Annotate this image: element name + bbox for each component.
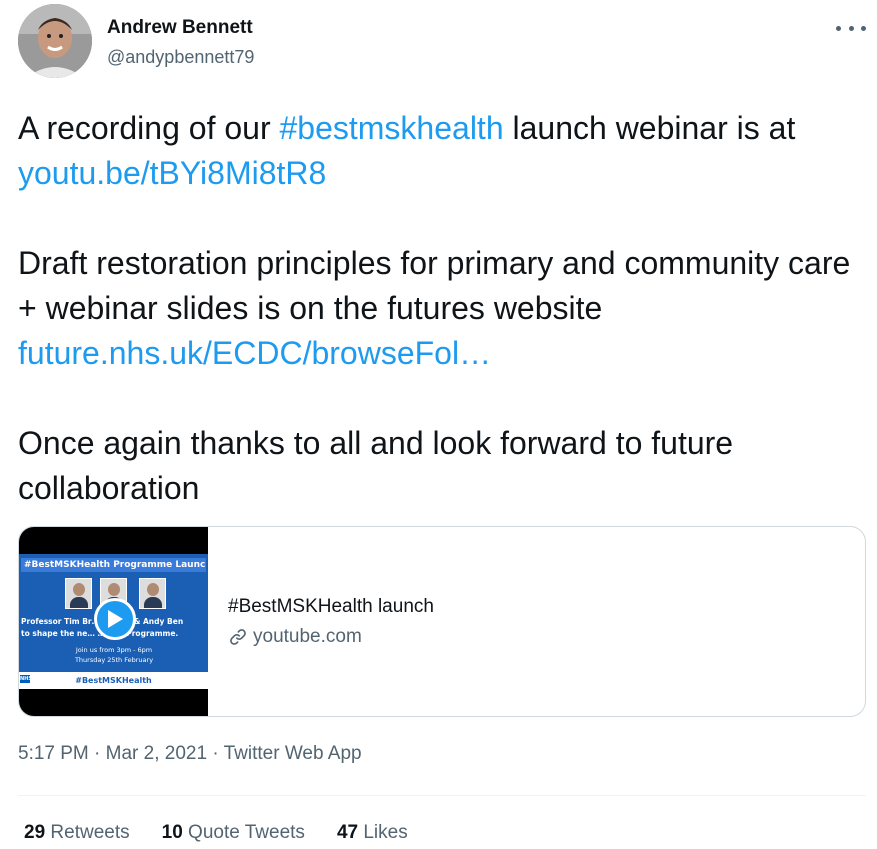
tweet: Andrew Bennett @andypbennett79 A recordi… [0, 0, 877, 849]
card-info: #BestMSKHealth launch youtube.com [208, 527, 434, 716]
quote-tweets-count: 10 [161, 822, 183, 843]
tweet-paragraph-1: A recording of our #bestmskhealth launch… [18, 106, 868, 196]
thumbnail-date: Join us from 3pm - 6pm Thursday 25th Feb… [69, 645, 159, 665]
play-glyph [108, 610, 123, 628]
retweets-count: 29 [24, 822, 46, 843]
meta-separator: · [88, 743, 106, 764]
tweet-text-segment: launch webinar is at [503, 110, 796, 146]
card-domain-text: youtube.com [253, 625, 362, 647]
author-handle[interactable]: @andypbennett79 [107, 47, 254, 68]
link-preview-card[interactable]: #BestMSKHealth Programme Launch Professo… [18, 526, 866, 717]
engagement-stats: 29 Retweets 10 Quote Tweets 47 Likes [24, 822, 408, 844]
tweet-meta: 5:17 PM · Mar 2, 2021 · Twitter Web App [18, 743, 362, 765]
speaker-photo [65, 578, 92, 609]
thumbnail-banner: #BestMSKHealth Programme Launch [21, 558, 206, 572]
tweet-paragraph-3: Once again thanks to all and look forwar… [18, 425, 734, 506]
tweet-source[interactable]: Twitter Web App [224, 743, 362, 764]
speaker-photo [139, 578, 166, 609]
play-icon[interactable] [94, 598, 136, 640]
future-nhs-link[interactable]: future.nhs.uk/ECDC/browseFol… [18, 335, 491, 371]
thumbnail-time: Join us from 3pm - 6pm [75, 646, 153, 654]
likes-stat[interactable]: 47 Likes [337, 822, 408, 844]
more-dots-icon[interactable] [836, 18, 866, 38]
divider [18, 795, 866, 796]
dot [861, 25, 866, 31]
thumbnail-footer: NHS #BestMSKHealth [19, 672, 208, 689]
dot [848, 25, 854, 31]
likes-label: Likes [363, 822, 408, 843]
tweet-time[interactable]: 5:17 PM [18, 743, 89, 764]
author-name[interactable]: Andrew Bennett [107, 17, 253, 39]
tweet-text-segment: Draft restoration principles for primary… [18, 245, 851, 326]
youtube-link[interactable]: youtu.be/tBYi8Mi8tR8 [18, 155, 326, 191]
likes-count: 47 [336, 822, 359, 843]
card-domain: youtube.com [228, 626, 434, 648]
link-icon [230, 628, 246, 645]
nhs-logo: NHS [20, 675, 32, 683]
hashtag-link[interactable]: #bestmskhealth [279, 110, 503, 146]
meta-separator: · [207, 743, 224, 764]
quote-tweets-label: Quote Tweets [188, 822, 305, 843]
video-thumbnail[interactable]: #BestMSKHealth Programme Launch Professo… [19, 527, 208, 716]
avatar[interactable] [18, 4, 92, 78]
retweets-label: Retweets [50, 822, 130, 843]
tweet-text: A recording of our #bestmskhealth launch… [18, 106, 868, 511]
retweets-stat[interactable]: 29 Retweets [24, 822, 130, 844]
card-title: #BestMSKHealth launch [228, 595, 434, 617]
tweet-paragraph-2: Draft restoration principles for primary… [18, 241, 868, 376]
quote-tweets-stat[interactable]: 10 Quote Tweets [162, 822, 305, 844]
tweet-text-segment: A recording of our [18, 110, 280, 146]
tweet-date[interactable]: Mar 2, 2021 [106, 743, 207, 764]
thumbnail-day: Thursday 25th February [74, 656, 154, 664]
thumbnail-footer-text: #BestMSKHealth [75, 676, 152, 685]
avatar-photo [18, 4, 92, 78]
dot [836, 25, 841, 31]
